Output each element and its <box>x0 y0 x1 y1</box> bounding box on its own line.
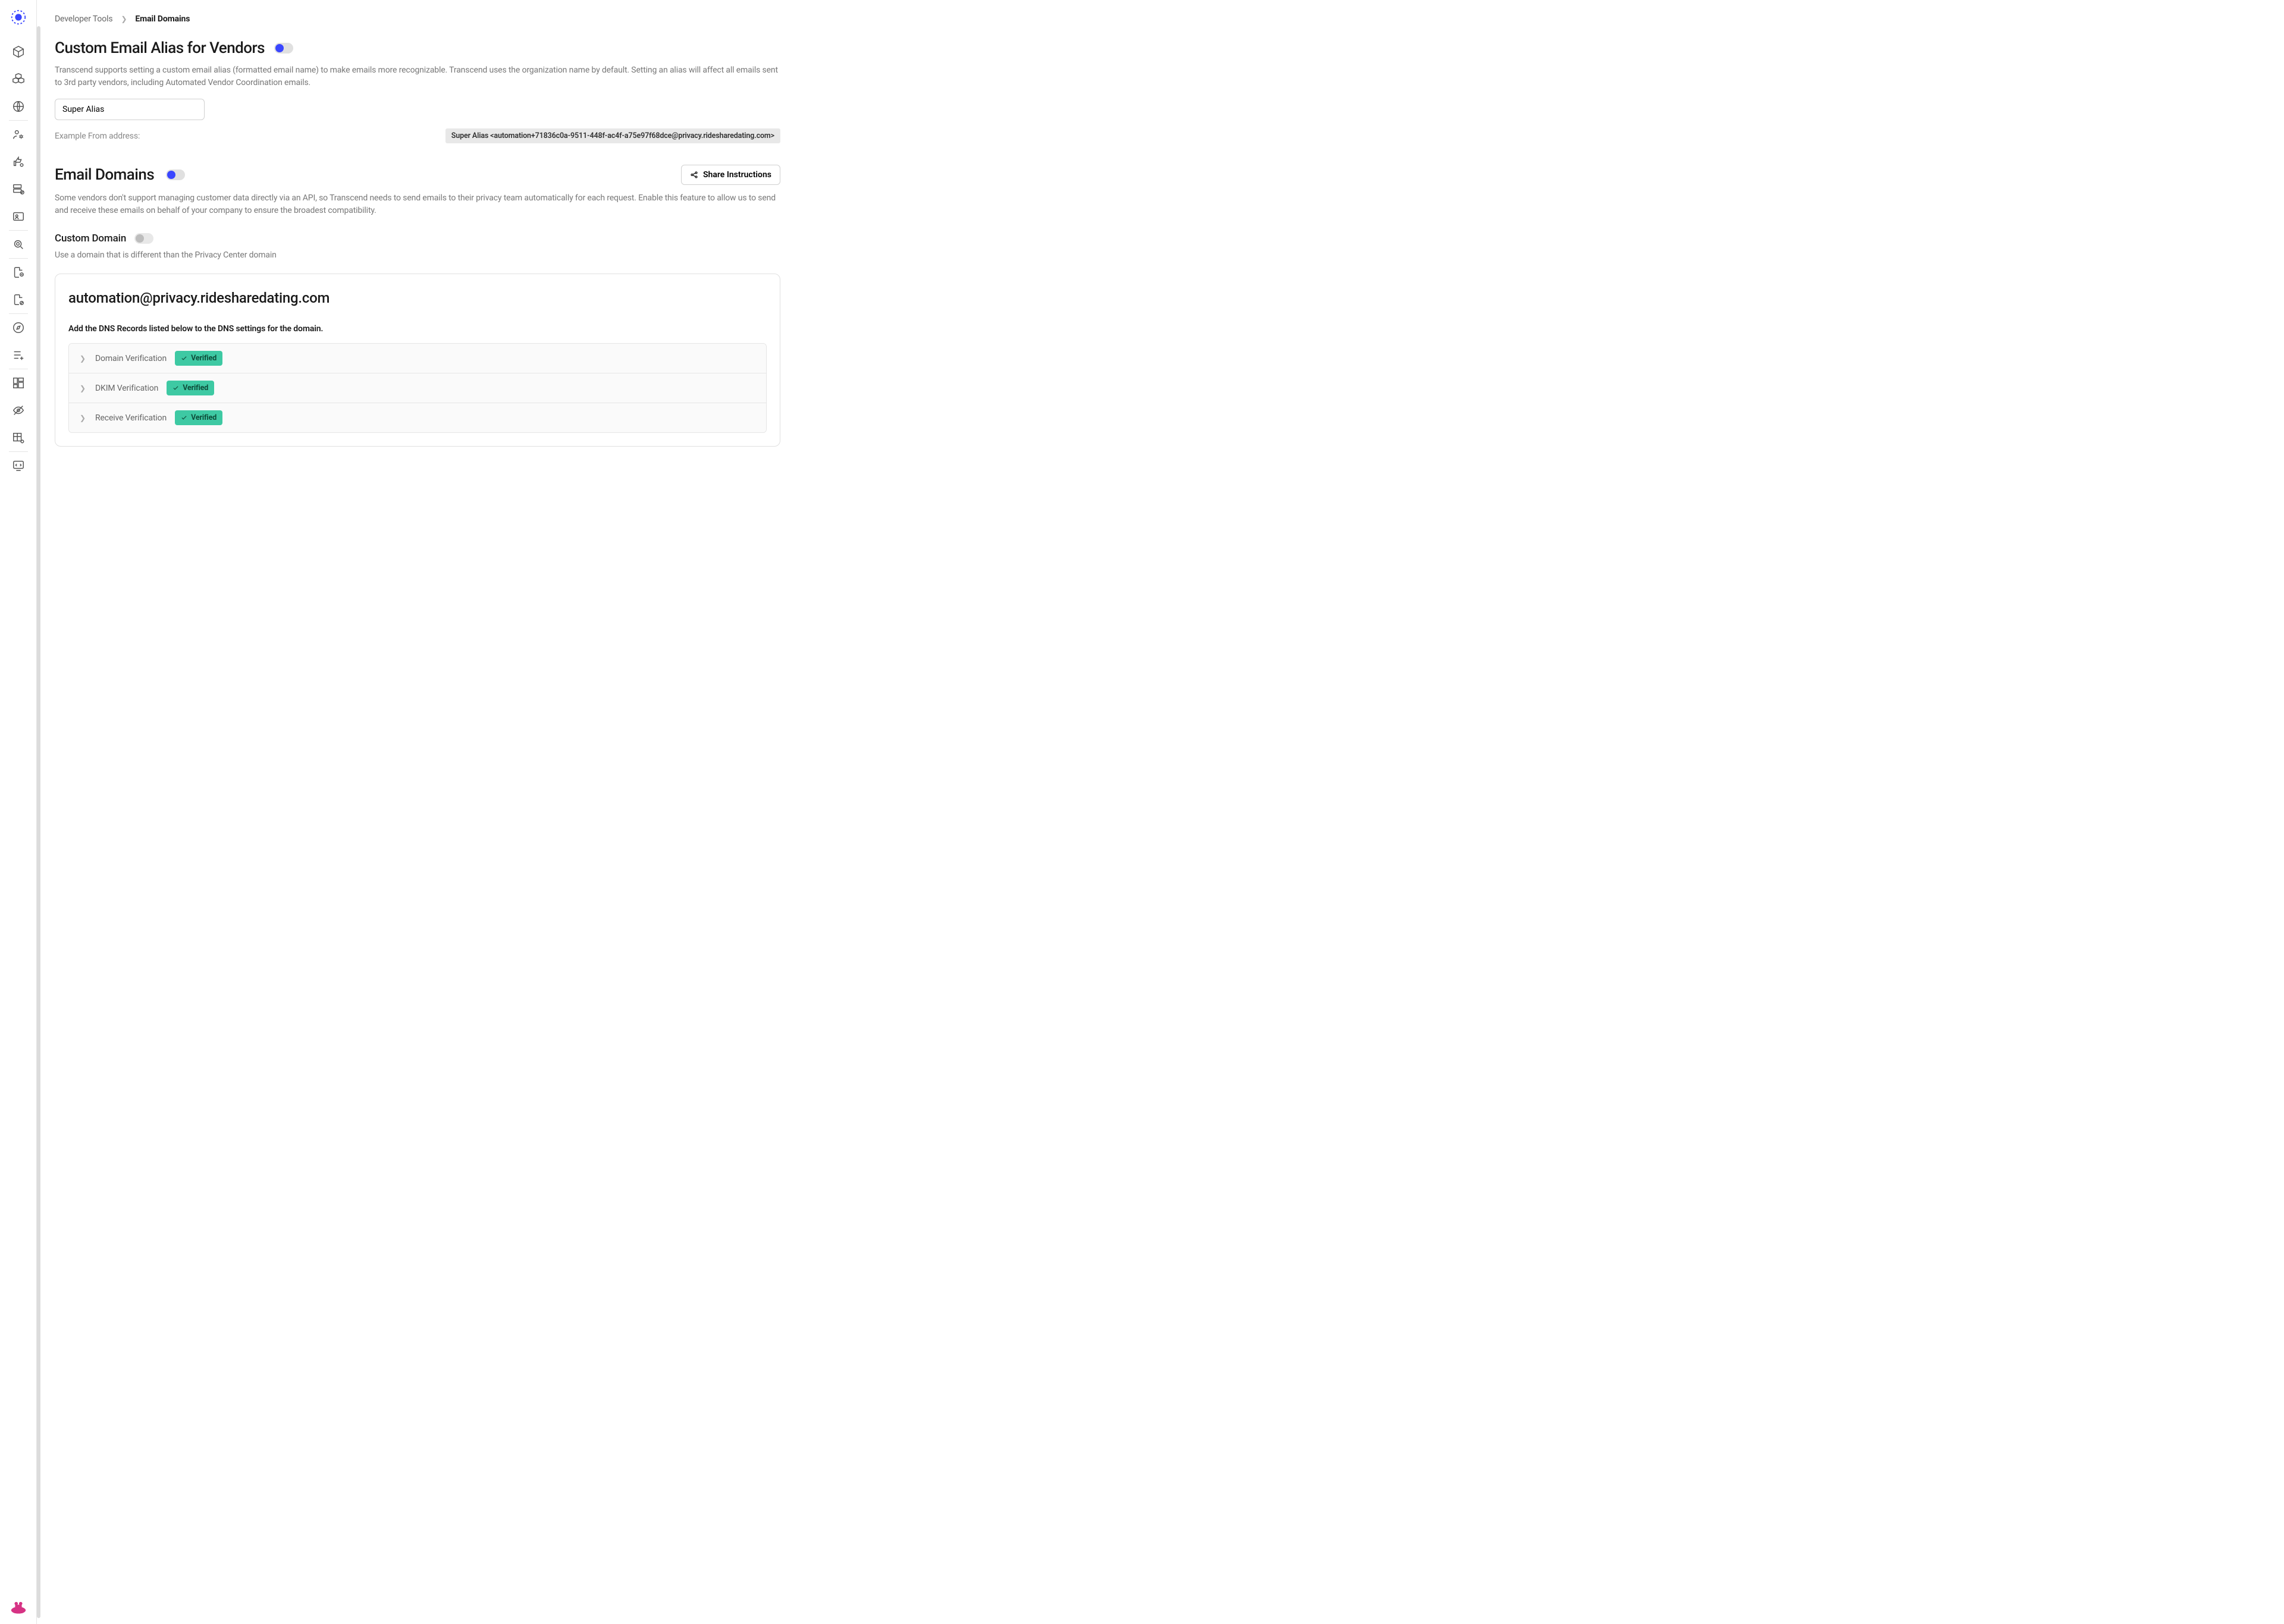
file-block-icon[interactable] <box>12 293 25 306</box>
dns-instruction: Add the DNS Records listed below to the … <box>68 324 767 334</box>
check-icon <box>181 414 187 421</box>
status-badge: Verified <box>167 381 214 395</box>
cube-icon[interactable] <box>12 45 25 58</box>
eye-off-icon[interactable] <box>12 404 25 417</box>
verification-row: ❯ DKIM Verification Verified <box>69 373 766 403</box>
example-from-value: Super Alias <automation+71836c0a-9511-44… <box>445 128 780 143</box>
status-text: Verified <box>183 384 208 392</box>
check-icon <box>181 355 187 362</box>
id-card-icon[interactable] <box>12 210 25 223</box>
table-edit-icon[interactable] <box>12 431 25 444</box>
code-monitor-icon[interactable] <box>12 459 25 472</box>
list-plus-icon[interactable] <box>12 348 25 362</box>
server-block-icon[interactable] <box>12 183 25 196</box>
globe-icon[interactable] <box>12 100 25 113</box>
users-cog-icon[interactable] <box>12 128 25 141</box>
domain-panel: automation@privacy.ridesharedating.com A… <box>55 274 780 447</box>
alias-title: Custom Email Alias for Vendors <box>55 39 265 57</box>
breadcrumb-parent[interactable]: Developer Tools <box>55 14 112 24</box>
breadcrumb-current: Email Domains <box>135 14 190 24</box>
share-instructions-button[interactable]: Share Instructions <box>681 165 780 185</box>
chevron-right-icon[interactable]: ❯ <box>80 354 87 363</box>
verification-label: DKIM Verification <box>95 384 158 393</box>
sidebar <box>0 0 37 1624</box>
example-from-label: Example From address: <box>55 131 140 141</box>
brand-icon <box>10 1600 27 1616</box>
verification-label: Domain Verification <box>95 354 167 363</box>
scroll-indicator <box>37 26 40 1618</box>
dashboard-icon[interactable] <box>12 376 25 389</box>
custom-domain-description: Use a domain that is different than the … <box>55 249 780 262</box>
verification-list: ❯ Domain Verification Verified ❯ DKIM Ve… <box>68 343 767 433</box>
alias-description: Transcend supports setting a custom emai… <box>55 64 780 89</box>
thumbs-gear-icon[interactable] <box>12 155 25 168</box>
domains-description: Some vendors don't support managing cust… <box>55 192 780 217</box>
domains-title: Email Domains <box>55 166 154 184</box>
verification-label: Receive Verification <box>95 413 167 423</box>
compass-icon[interactable] <box>12 321 25 334</box>
alias-toggle[interactable] <box>274 43 293 54</box>
chevron-right-icon[interactable]: ❯ <box>80 384 87 392</box>
alias-input[interactable] <box>55 99 205 120</box>
status-text: Verified <box>191 354 217 363</box>
share-button-label: Share Instructions <box>703 170 771 180</box>
domains-toggle[interactable] <box>166 169 185 180</box>
check-icon <box>172 385 179 391</box>
cubes-icon[interactable] <box>12 73 25 86</box>
custom-domain-title: Custom Domain <box>55 233 126 244</box>
search-db-icon[interactable] <box>12 238 25 251</box>
chevron-right-icon: ❯ <box>121 15 127 23</box>
domain-email: automation@privacy.ridesharedating.com <box>68 290 767 306</box>
status-text: Verified <box>191 413 217 422</box>
breadcrumb: Developer Tools ❯ Email Domains <box>55 14 780 24</box>
verification-row: ❯ Domain Verification Verified <box>69 344 766 373</box>
app-logo-icon[interactable] <box>10 8 27 26</box>
verification-row: ❯ Receive Verification Verified <box>69 403 766 432</box>
status-badge: Verified <box>175 351 222 366</box>
main-content: Developer Tools ❯ Email Domains Custom E… <box>37 0 2284 1624</box>
file-in-icon[interactable] <box>12 266 25 279</box>
status-badge: Verified <box>175 410 222 425</box>
share-icon <box>690 171 698 179</box>
custom-domain-toggle[interactable] <box>134 233 153 244</box>
chevron-right-icon[interactable]: ❯ <box>80 414 87 422</box>
